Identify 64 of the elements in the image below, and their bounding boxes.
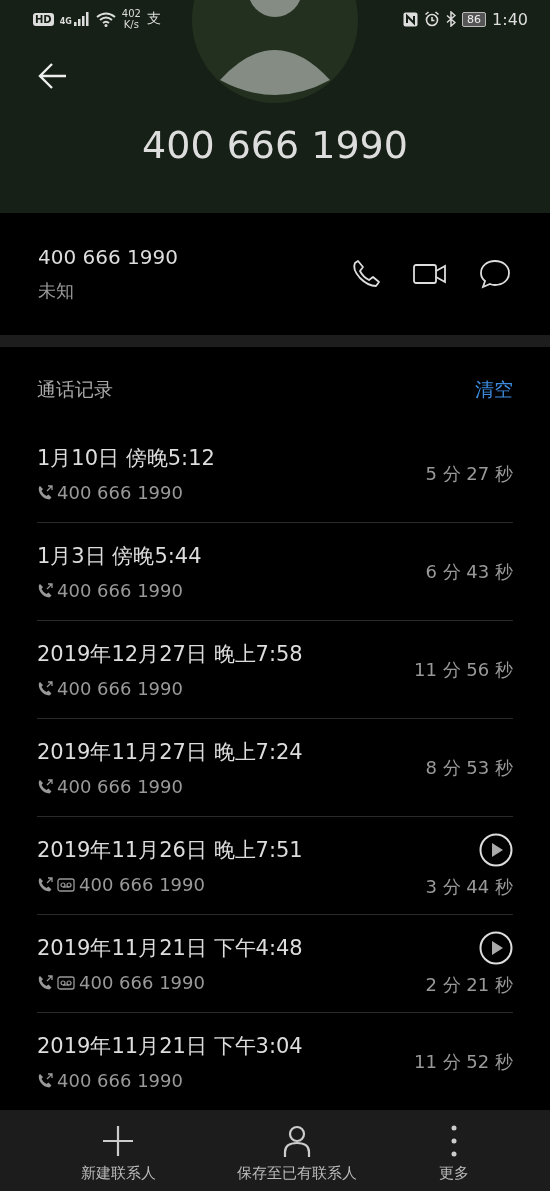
signal-icon: [73, 12, 90, 26]
voicemail-icon: [57, 877, 75, 892]
call-number: 400 666 1990: [57, 1070, 183, 1091]
phone-number-title: 400 666 1990: [141, 123, 409, 167]
speed-value: 402: [121, 8, 141, 19]
outgoing-call-icon: [37, 1072, 53, 1089]
plus-icon: [101, 1123, 136, 1158]
call-log-entry[interactable]: 2019年11月21日 下午3:04 400 666 1990 11 分 52 秒: [37, 1013, 513, 1110]
call-button[interactable]: [350, 258, 382, 290]
call-number: 400 666 1990: [57, 580, 183, 601]
wifi-icon: [95, 11, 116, 27]
number-label: 未知: [38, 279, 75, 303]
call-date: 2019年11月21日 下午3:04: [37, 1033, 303, 1060]
app-glyph: 支: [146, 10, 161, 28]
alarm-icon: [424, 11, 441, 27]
outgoing-call-icon: [37, 974, 53, 991]
call-date: 2019年11月21日 下午4:48: [37, 935, 303, 962]
play-button[interactable]: [479, 930, 513, 965]
phone-number: 400 666 1990: [38, 245, 178, 269]
outgoing-call-icon: [37, 582, 53, 599]
call-log-entry[interactable]: 1月3日 傍晚5:44 400 666 1990 6 分 43 秒: [37, 523, 513, 621]
call-date: 2019年11月26日 晚上7:51: [37, 837, 303, 864]
section-title: 通话记录: [37, 377, 113, 402]
call-date: 2019年12月27日 晚上7:58: [37, 641, 303, 668]
clock-time: 1:40: [492, 9, 528, 29]
more-button[interactable]: 更多: [439, 1123, 470, 1183]
outgoing-call-icon: [37, 484, 53, 501]
play-button[interactable]: [479, 832, 513, 867]
call-date: 2019年11月27日 晚上7:24: [37, 739, 303, 766]
call-log-entry[interactable]: 2019年12月27日 晚上7:58 400 666 1990 11 分 56 秒: [37, 621, 513, 719]
call-number: 400 666 1990: [79, 874, 205, 895]
outgoing-call-icon: [37, 876, 53, 893]
bluetooth-icon: [446, 11, 457, 27]
call-number: 400 666 1990: [57, 482, 183, 503]
call-duration: 2 分 21 秒: [425, 972, 513, 997]
call-number: 400 666 1990: [79, 972, 205, 993]
clear-button[interactable]: 清空: [475, 377, 513, 403]
call-duration: 3 分 44 秒: [425, 874, 513, 899]
hd-badge: HD: [33, 12, 54, 26]
nfc-icon: [403, 11, 419, 27]
voicemail-icon: [57, 975, 75, 990]
outgoing-call-icon: [37, 680, 53, 697]
call-duration: 6 分 43 秒: [425, 559, 513, 584]
message-button[interactable]: [478, 258, 512, 290]
call-log-entry[interactable]: 2019年11月26日 晚上7:51 400 666 1990 3 分 44 秒: [37, 817, 513, 915]
call-log-entry[interactable]: 2019年11月27日 晚上7:24 400 666 1990 8 分 53 秒: [37, 719, 513, 817]
battery-indicator: 86: [462, 11, 487, 27]
save-contact-button[interactable]: 保存至已有联系人: [237, 1123, 358, 1183]
call-log-entry[interactable]: 2019年11月21日 下午4:48 400 666 1990 2 分 21 秒: [37, 915, 513, 1013]
network-type: 4G: [59, 17, 72, 26]
call-date: 1月3日 傍晚5:44: [37, 543, 202, 570]
call-log-entry[interactable]: 1月10日 傍晚5:12 400 666 1990 5 分 27 秒: [37, 425, 513, 523]
call-duration: 11 分 56 秒: [414, 657, 513, 682]
call-number: 400 666 1990: [57, 678, 183, 699]
call-duration: 8 分 53 秒: [425, 755, 513, 780]
outgoing-call-icon: [37, 778, 53, 795]
call-number: 400 666 1990: [57, 776, 183, 797]
more-icon: [451, 1123, 458, 1158]
new-contact-button[interactable]: 新建联系人: [80, 1123, 156, 1183]
call-duration: 11 分 52 秒: [414, 1049, 513, 1074]
video-call-button[interactable]: [412, 261, 448, 287]
call-duration: 5 分 27 秒: [425, 461, 513, 486]
call-date: 1月10日 傍晚5:12: [37, 445, 215, 472]
speed-unit: K/s: [123, 19, 139, 30]
